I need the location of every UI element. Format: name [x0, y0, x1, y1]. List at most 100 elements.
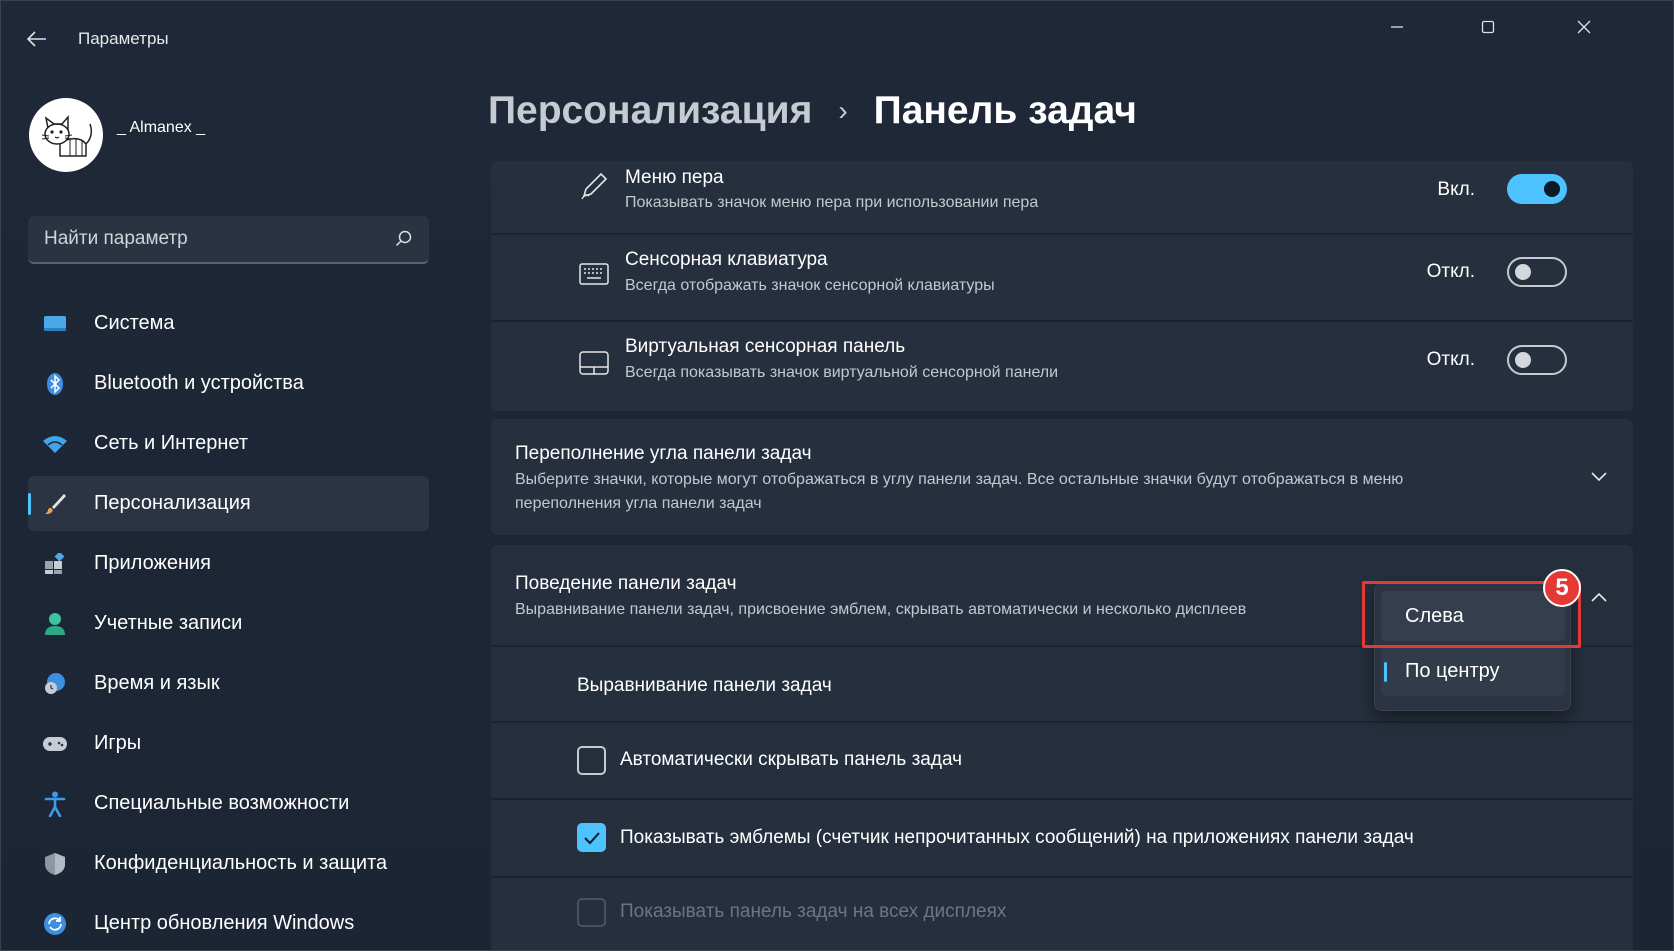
setting-row-virtual-touchpad: Виртуальная сенсорная панель Всегда пока… — [491, 322, 1633, 411]
toggle-knob — [1544, 181, 1560, 197]
autohide-row: Автоматически скрывать панель задач — [491, 723, 1633, 798]
breadcrumb: Персонализация › Панель задач — [488, 89, 1137, 133]
keyboard-icon — [577, 259, 611, 289]
search-input[interactable] — [44, 228, 364, 250]
cat-avatar-icon — [41, 114, 93, 157]
alignment-option-center[interactable]: По центру — [1381, 646, 1565, 696]
overflow-section[interactable]: Переполнение угла панели задач Выберите … — [491, 419, 1633, 535]
bluetooth-icon — [42, 372, 68, 396]
close-button[interactable] — [1561, 11, 1607, 43]
option-label: По центру — [1405, 659, 1500, 682]
search-box[interactable] — [28, 216, 429, 264]
wifi-icon — [42, 432, 68, 456]
toggle-knob — [1515, 352, 1531, 368]
gamepad-icon — [42, 732, 68, 756]
setting-desc: Всегда отображать значок сенсорной клави… — [625, 277, 995, 294]
autohide-checkbox[interactable] — [577, 746, 606, 775]
toggle-state-label: Вкл. — [1437, 179, 1475, 200]
sidebar-item-personalization[interactable]: Персонализация — [28, 476, 429, 531]
brush-icon — [42, 492, 68, 516]
autohide-label: Автоматически скрывать панель задач — [620, 749, 963, 770]
monitor-icon — [42, 312, 68, 336]
person-icon — [42, 612, 68, 636]
all-displays-row: Показывать панель задач на всех дисплеях — [491, 878, 1633, 950]
breadcrumb-parent[interactable]: Персонализация — [488, 89, 812, 133]
section-desc-line2: переполнения угла панели задач — [515, 495, 762, 512]
sidebar-item-label: Учетные записи — [94, 612, 243, 634]
pen-menu-toggle[interactable] — [1507, 174, 1567, 204]
globe-clock-icon — [42, 672, 68, 696]
sidebar-item-label: Игры — [94, 732, 142, 754]
sidebar-item-privacy[interactable]: Конфиденциальность и защита — [28, 836, 429, 891]
sidebar-item-accounts[interactable]: Учетные записи — [28, 596, 429, 651]
app-title: Параметры — [78, 29, 169, 48]
active-indicator — [28, 493, 31, 515]
maximize-button[interactable] — [1465, 11, 1511, 43]
alignment-label: Выравнивание панели задач — [577, 675, 832, 696]
annotation-badge: 5 — [1543, 569, 1581, 607]
sidebar-item-network[interactable]: Сеть и Интернет — [28, 416, 429, 471]
pen-icon — [577, 171, 611, 201]
virtual-touchpad-toggle[interactable] — [1507, 345, 1567, 375]
title-bar: Параметры — [1, 1, 1673, 61]
badges-checkbox[interactable] — [577, 823, 606, 852]
sidebar-item-label: Время и язык — [94, 672, 220, 694]
minimize-icon — [1391, 26, 1403, 28]
badges-label: Показывать эмблемы (счетчик непрочитанны… — [620, 827, 1414, 848]
sidebar-item-windows-update[interactable]: Центр обновления Windows — [28, 896, 429, 950]
arrow-left-icon — [27, 31, 46, 47]
badges-row: Показывать эмблемы (счетчик непрочитанны… — [491, 800, 1633, 876]
chevron-up-icon[interactable] — [1589, 587, 1609, 607]
sidebar-item-label: Система — [94, 312, 175, 334]
page-title: Панель задач — [873, 89, 1137, 132]
sidebar-nav: Система Bluetooth и устройства Сеть и Ин… — [28, 296, 429, 950]
toggle-state-label: Откл. — [1426, 349, 1475, 370]
sidebar-item-time-language[interactable]: Время и язык — [28, 656, 429, 711]
section-desc-line1: Выберите значки, которые могут отображат… — [515, 471, 1404, 488]
sidebar-item-label: Специальные возможности — [94, 792, 350, 814]
toggle-knob — [1515, 264, 1531, 280]
setting-title: Сенсорная клавиатура — [625, 249, 828, 270]
apps-icon — [42, 552, 68, 576]
section-desc: Выравнивание панели задач, присвоение эм… — [515, 601, 1247, 618]
sidebar-item-label: Персонализация — [94, 492, 251, 514]
toggle-state-label: Откл. — [1426, 261, 1475, 282]
sidebar-item-gaming[interactable]: Игры — [28, 716, 429, 771]
search-icon[interactable] — [395, 230, 413, 248]
sidebar-item-apps[interactable]: Приложения — [28, 536, 429, 591]
close-icon — [1577, 20, 1591, 34]
section-title: Переполнение угла панели задач — [515, 443, 812, 464]
setting-title: Виртуальная сенсорная панель — [625, 336, 906, 357]
touchpad-icon — [577, 348, 611, 378]
setting-desc: Показывать значок меню пера при использо… — [625, 194, 1039, 211]
setting-desc: Всегда показывать значок виртуальной сен… — [625, 364, 1059, 381]
avatar[interactable] — [29, 98, 103, 172]
touch-keyboard-toggle[interactable] — [1507, 257, 1567, 287]
chevron-down-icon[interactable] — [1589, 467, 1609, 487]
all-displays-checkbox — [577, 898, 606, 927]
sidebar-item-bluetooth[interactable]: Bluetooth и устройства — [28, 356, 429, 411]
maximize-icon — [1481, 20, 1495, 34]
sidebar-item-label: Сеть и Интернет — [94, 432, 249, 454]
sidebar-item-accessibility[interactable]: Специальные возможности — [28, 776, 429, 831]
settings-window: Параметры _ Almanex _ Найти параметр Сис… — [0, 0, 1674, 951]
section-title: Поведение панели задач — [515, 573, 737, 594]
sidebar-item-label: Bluetooth и устройства — [94, 372, 304, 394]
sidebar-item-label: Приложения — [94, 552, 212, 574]
username: _ Almanex _ — [117, 119, 206, 136]
checkmark-icon — [583, 831, 600, 844]
corner-icons-card: Меню пера Показывать значок меню пера пр… — [491, 161, 1633, 411]
setting-title: Меню пера — [625, 167, 724, 188]
selection-indicator — [1384, 662, 1387, 682]
back-button[interactable] — [21, 23, 53, 55]
sidebar-item-system[interactable]: Система — [28, 296, 429, 351]
sidebar-item-label: Конфиденциальность и защита — [94, 852, 388, 874]
breadcrumb-separator: › — [838, 95, 848, 126]
minimize-button[interactable] — [1374, 11, 1420, 43]
update-icon — [42, 912, 68, 936]
all-displays-label: Показывать панель задач на всех дисплеях — [620, 901, 1007, 922]
shield-icon — [42, 852, 68, 876]
setting-row-touch-keyboard: Сенсорная клавиатура Всегда отображать з… — [491, 235, 1633, 320]
setting-row-pen-menu: Меню пера Показывать значок меню пера пр… — [491, 161, 1633, 233]
sidebar-item-label: Центр обновления Windows — [94, 912, 355, 934]
